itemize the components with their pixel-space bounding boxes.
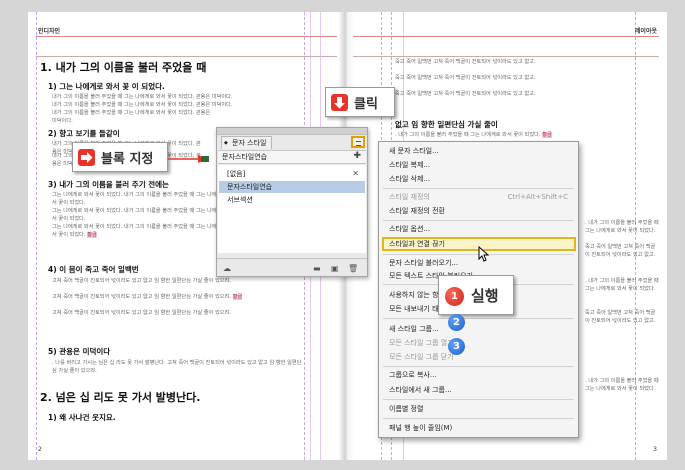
menu-separator [383, 366, 574, 367]
heading-1: 1. 내가 그의 이름을 불러 주었을 때 [40, 61, 207, 74]
menu-item-sort-by-name[interactable]: 이름별 정렬 [389, 403, 572, 415]
callout-run: 1 실행 [438, 275, 514, 315]
menu-separator [383, 188, 574, 189]
plus-icon[interactable]: ✚ [353, 151, 361, 161]
highlighted-word: 황금 [87, 232, 97, 238]
heading-1: 2. 넘은 십 리도 못 가서 발병난다. [40, 391, 201, 404]
style-list: [없음] ✕ 문자스타일연습 서브섹션 [218, 165, 366, 253]
body-text: . 내가 그의 이름을 불러 주었을 때 그는 나에게로 와서 꽃이 되었다. [585, 278, 659, 292]
menu-item-delete[interactable]: 스타일 삭제... [389, 173, 572, 185]
panel-drag-bar[interactable] [217, 128, 367, 135]
menu-item-copy-to-group[interactable]: 그룹으로 복사... [389, 369, 572, 381]
panel-footer: ☁ ▬ ▣ 🗑 [217, 258, 367, 276]
step-badge-2: 2 [448, 314, 465, 331]
style-item-label: 서브섹션 [227, 196, 253, 204]
step-badge-1: 1 [445, 287, 464, 306]
running-head-right: 레이아웃 [634, 28, 657, 35]
step-badge-3: 3 [448, 338, 465, 355]
margin-guide [36, 12, 37, 460]
body-text: 고쳐 죽어 백골이 진토되어 넋이라도 있고 없고 임 향한 일편단심 가실 줄… [52, 294, 243, 300]
body-text: 내가 그의 이름을 불러 주었을 때 그는 나에게로 와서 꽃이 되었다. 관용… [52, 110, 211, 124]
highlighted-word: 황금 [232, 294, 243, 300]
panel-tab[interactable]: 문자 스타일 [221, 136, 273, 149]
body-text: 죽고 죽어 일백번 고쳐 죽어 백골이 진토되어 넋이라도 있고 없고. [395, 91, 536, 97]
callout-run-label: 실행 [471, 287, 499, 305]
menu-item-toggle-override[interactable]: 스타일 재정의 전환 [389, 205, 572, 217]
menu-separator [383, 220, 574, 221]
menu-item-new-style-group[interactable]: 새 스타일 그룹... [389, 323, 572, 335]
style-item-label: [없음] [227, 170, 246, 178]
menu-item-shortcut: Ctrl+Alt+Shift+C [507, 193, 568, 201]
callout-click-label: 클릭 [354, 97, 378, 112]
heading-2: 없고 임 향한 일편단심 가실 줄이 [395, 120, 498, 129]
callout-click: 클릭 [325, 87, 395, 117]
lock-icon: ✕ [352, 169, 359, 178]
folder-icon[interactable]: ▬ [313, 264, 321, 273]
body-text: 그는 나에게로 와서 꽃이 되었다. 내가 그의 이름을 불러 주었을 때 그는… [52, 192, 233, 206]
style-item-label: 문자스타일연습 [227, 183, 273, 191]
screen: 인디자인 1. 내가 그의 이름을 불러 주었을 때 1) 그는 나에게로 와서… [0, 0, 685, 470]
body-text: 죽고 죽어 일백번 고쳐 죽어 백골이 진토되어 넋이라도 있고 없고. [585, 244, 656, 258]
menu-item-style-options[interactable]: 스타일 옵션... [389, 223, 572, 235]
down-arrow-icon [331, 94, 348, 111]
current-style-label: 문자스타일연습 [222, 153, 268, 161]
body-text: 죽고 죽어 일백번 고쳐 죽어 백골이 진토되어 넋이라도 있고 없고. [395, 59, 536, 65]
body-text: 죽고 죽어 일백번 고쳐 죽어 백골이 진토되어 넋이라도 있고 없고. [395, 75, 536, 81]
margin-rule [36, 56, 337, 57]
body-text: . 내가 그의 이름을 불러 주었을 때 그는 나에게로 와서 꽃이 되었다. [585, 378, 659, 392]
page-number-right: 3 [653, 446, 657, 453]
character-styles-panel: 문자 스타일 문자스타일연습 ✚ [없음] ✕ 문자스타일연습 서브섹션 ☁ ▬… [216, 127, 368, 277]
panel-menu-button[interactable] [351, 136, 365, 148]
body-text: 고쳐 죽어 백골이 진토되어 넋이라도 있고 없고 임 향한 일편단심 가실 줄… [52, 278, 231, 284]
menu-item-new-style[interactable]: 새 문자 스타일... [389, 145, 572, 157]
style-item-practice[interactable]: 문자스타일연습 [219, 181, 365, 193]
heading-2: 2) 향고 보기를 들같이 [48, 129, 120, 138]
menu-separator [383, 399, 574, 400]
menu-item-new-group-from-styles[interactable]: 스타일에서 새 그룹... [389, 384, 572, 396]
body-text: 내가 그의 이름을 불러 주었을 때 그는 나에게로 와서 꽃이 되었다. 관용… [52, 94, 233, 100]
callout-block: 블록 지정 [72, 142, 168, 172]
new-style-icon[interactable]: ▣ [331, 264, 339, 273]
body-text: 죽고 죽어 일백번 고쳐 죽어 백골이 진토되어 넋이라도 있고 없고. [585, 310, 656, 324]
heading-2: 1) 왜 사냐건 웃지요. [48, 413, 116, 422]
body-text: . 내가 그의 이름을 불러 주었을 때 그는 나에게로 와서 꽃이 되었다. … [395, 132, 552, 138]
trash-icon[interactable]: 🗑 [348, 264, 358, 273]
menu-item-small-panel-rows[interactable]: 패널 행 높이 줄임(M) [389, 422, 572, 434]
menu-separator [383, 318, 574, 319]
mouse-cursor-icon [478, 246, 490, 262]
menu-item-redefine[interactable]: 스타일 재정의 Ctrl+Alt+Shift+C [389, 191, 572, 203]
body-text: . 내가 그의 이름을 불러 주었을 때 그는 나에게로 와서 꽃이 되었다. [585, 220, 659, 234]
body-text: 내가 그의 이름을 불러 주었을 때 그는 나에게로 와서 꽃이 되었다. 관용… [52, 102, 233, 108]
highlighted-word: 황금 [542, 132, 552, 138]
body-text: 그는 나에게로 와서 꽃이 되었다. 내가 그의 이름을 불러 주었을 때 그는… [52, 208, 233, 222]
running-head-left: 인디자인 [38, 28, 61, 35]
body-text: 그는 나에게로 와서 꽃이 되었다. 내가 그의 이름을 불러 주었을 때 그는… [52, 224, 233, 238]
menu-item-close-all-groups[interactable]: 모든 스타일 그룹 닫기 [389, 351, 572, 363]
heading-2: 3) 내가 그의 이름을 불러 주기 전에는 [48, 180, 169, 189]
style-item-subsection[interactable]: 서브섹션 [219, 194, 365, 206]
body-text: . 나를 버리고 가시는 님은 십 리도 못 가서 발병난다. 고쳐 죽어 백골… [52, 360, 302, 374]
text-selection-block [201, 156, 209, 162]
callout-block-label: 블록 지정 [101, 152, 154, 167]
body-text: 고쳐 죽어 백골이 진토되어 넋이라도 있고 없고 임 향한 일편단심 가실 줄… [52, 310, 231, 316]
heading-2: 1) 그는 나에게로 와서 꽃 이 되었다. [48, 82, 165, 91]
current-style-bar: 문자스타일연습 ✚ [218, 150, 366, 164]
style-item-none[interactable]: [없음] ✕ [219, 168, 365, 180]
right-arrow-icon [78, 149, 95, 166]
menu-item-duplicate[interactable]: 스타일 복제... [389, 159, 572, 171]
margin-rule [353, 56, 659, 57]
cloud-icon[interactable]: ☁ [223, 264, 231, 273]
header-rule [353, 36, 659, 37]
menu-item-open-all-groups[interactable]: 모든 스타일 그룹 열기 [389, 337, 572, 349]
header-rule [36, 36, 337, 37]
menu-separator [383, 418, 574, 419]
heading-2: 4) 이 몸이 죽고 죽어 일백번 [48, 265, 139, 274]
heading-2: 5) 관용은 미덕이다 [48, 347, 111, 356]
page-number-left: 2 [38, 446, 42, 453]
menu-item-label: 스타일 재정의 [389, 193, 430, 201]
